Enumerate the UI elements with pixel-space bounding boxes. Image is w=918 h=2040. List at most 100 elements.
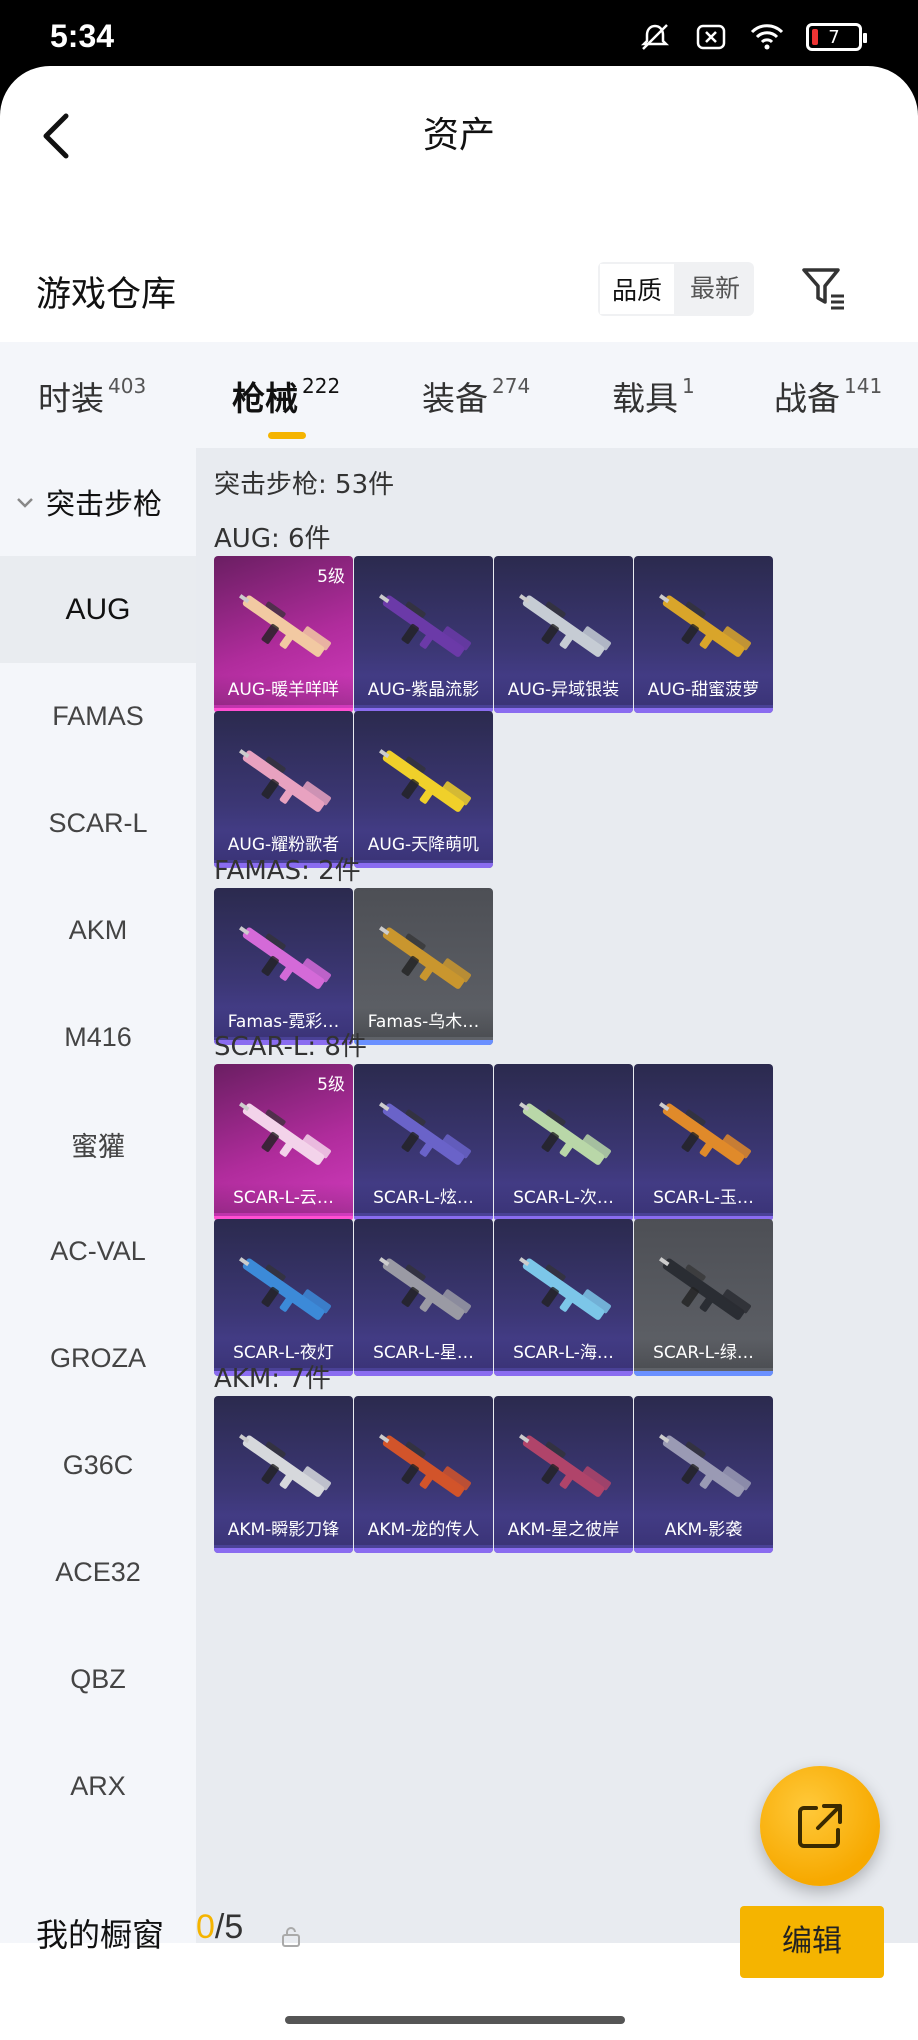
weapon-name: AUG-暖羊咩咩 (214, 675, 353, 705)
sidebar-item-scar-l[interactable]: SCAR-L (0, 770, 196, 877)
rarity-bar (494, 1548, 633, 1553)
status-icons: 7 (638, 22, 867, 52)
rifle-icon (519, 1434, 611, 1497)
sidebar-item-famas[interactable]: FAMAS (0, 663, 196, 770)
sidebar-item-g36c[interactable]: G36C (0, 1412, 196, 1519)
weapon-card[interactable]: SCAR-L-玉… (634, 1064, 773, 1221)
external-link-icon (798, 1804, 842, 1848)
weapon-name: AUG-紫晶流影 (354, 675, 493, 705)
weapon-name: SCAR-L-星… (354, 1338, 493, 1368)
rarity-bar (494, 708, 633, 713)
weapon-card[interactable]: AUG-异域银装 (494, 556, 633, 713)
weapon-card[interactable]: SCAR-L-炫… (354, 1064, 493, 1221)
share-fab-button[interactable] (760, 1766, 880, 1886)
weapon-name: SCAR-L-次… (494, 1183, 633, 1213)
rarity-bar (634, 708, 773, 713)
sort-quality-button[interactable]: 品质 (598, 262, 676, 316)
weapon-card[interactable]: SCAR-L-海… (494, 1219, 633, 1376)
rifle-icon (379, 1257, 471, 1320)
rifle-icon (659, 594, 751, 657)
rarity-bar (494, 1371, 633, 1376)
weapon-type-sidebar: 突击步枪 AUG FAMAS SCAR-L AKM M416 蜜獾 AC-VAL GROZA G… (0, 448, 196, 1943)
rifle-icon (519, 594, 611, 657)
rifle-icon (659, 1434, 751, 1497)
weapon-card[interactable]: AUG-天降萌叽 (354, 711, 493, 868)
sidebar-item-qbz[interactable]: QBZ (0, 1626, 196, 1733)
sort-toggle: 品质 最新 (598, 262, 754, 316)
rifle-icon (239, 1102, 331, 1165)
weapon-card[interactable]: AUG-紫晶流影 (354, 556, 493, 713)
header: 资产 (0, 66, 918, 196)
sort-newest-button[interactable]: 最新 (676, 262, 754, 316)
home-indicator (285, 2016, 625, 2024)
weapon-name: SCAR-L-云… (214, 1183, 353, 1213)
tab-supplies[interactable]: 战备 141 (774, 372, 882, 420)
status-bar: 5:34 7 (0, 0, 918, 66)
tab-equipment[interactable]: 装备 274 (422, 372, 530, 420)
rarity-bar (354, 1040, 493, 1045)
summary-title: 突击步枪: 53件 (214, 470, 395, 500)
weapon-card[interactable]: AKM-龙的传人 (354, 1396, 493, 1553)
active-tab-indicator (268, 432, 306, 439)
sim-off-icon (694, 22, 728, 52)
rifle-icon (379, 1102, 471, 1165)
mute-icon (638, 22, 672, 52)
weapon-card[interactable]: AKM-影袭 (634, 1396, 773, 1553)
rarity-bar (354, 1548, 493, 1553)
weapon-card[interactable]: AKM-瞬影刀锋 (214, 1396, 353, 1553)
level-badge: 5级 (317, 567, 345, 587)
rarity-bar (354, 1371, 493, 1376)
sidebar-item-groza[interactable]: GROZA (0, 1305, 196, 1412)
section-title: 游戏仓库 (36, 275, 177, 315)
weapon-name: AUG-异域银装 (494, 675, 633, 705)
filter-icon (802, 268, 844, 310)
weapon-name: Famas-乌木… (354, 1007, 493, 1037)
weapon-card[interactable]: AKM-星之彼岸 (494, 1396, 633, 1553)
filter-button[interactable] (798, 262, 848, 312)
weapon-name: AUG-甜蜜菠萝 (634, 675, 773, 705)
group-title: FAMAS: 2件 (214, 856, 361, 886)
rifle-icon (379, 926, 471, 989)
level-badge: 5级 (317, 1075, 345, 1095)
tab-firearms[interactable]: 枪械 222 (232, 372, 340, 420)
sidebar-item-蜜獾[interactable]: 蜜獾 (0, 1091, 196, 1198)
weapon-card[interactable]: AUG-耀粉歌者 (214, 711, 353, 868)
showcase-count: 0/5 (196, 1908, 244, 1946)
weapon-card[interactable]: SCAR-L-星… (354, 1219, 493, 1376)
rifle-icon (239, 926, 331, 989)
sidebar-item-aug[interactable]: AUG (0, 556, 196, 663)
showcase-label: 我的橱窗 (36, 1916, 165, 1954)
sidebar-item-m416[interactable]: M416 (0, 984, 196, 1091)
battery-icon: 7 (806, 23, 867, 51)
weapon-name: AKM-瞬影刀锋 (214, 1515, 353, 1545)
sidebar-item-arx[interactable]: ARX (0, 1733, 196, 1840)
group-title: AKM: 7件 (214, 1364, 331, 1394)
weapon-card[interactable]: 5级 SCAR-L-云… (214, 1064, 353, 1221)
weapon-card[interactable]: SCAR-L-次… (494, 1064, 633, 1221)
chevron-down-icon (17, 498, 33, 508)
weapon-card[interactable]: AUG-甜蜜菠萝 (634, 556, 773, 713)
weapon-name: AKM-星之彼岸 (494, 1515, 633, 1545)
rifle-icon (239, 749, 331, 812)
rarity-bar (634, 1371, 773, 1376)
weapon-card[interactable]: Famas-乌木… (354, 888, 493, 1045)
edit-button[interactable]: 编辑 (740, 1906, 884, 1978)
lock-icon (280, 1926, 302, 1948)
weapon-name: AKM-影袭 (634, 1515, 773, 1545)
weapon-name: SCAR-L-玉… (634, 1183, 773, 1213)
sidebar-item-akm[interactable]: AKM (0, 877, 196, 984)
sidebar-item-ac-val[interactable]: AC-VAL (0, 1198, 196, 1305)
rifle-icon (239, 1434, 331, 1497)
tab-fashion[interactable]: 时装 403 (38, 372, 146, 420)
group-title: SCAR-L: 8件 (214, 1032, 367, 1062)
tab-vehicles[interactable]: 载具 1 (612, 372, 695, 420)
weapon-card[interactable]: SCAR-L-绿… (634, 1219, 773, 1376)
weapon-name: SCAR-L-绿… (634, 1338, 773, 1368)
sidebar-category[interactable]: 突击步枪 (0, 448, 196, 556)
weapon-card[interactable]: 5级 AUG-暖羊咩咩 (214, 556, 353, 713)
rifle-icon (239, 594, 331, 657)
weapon-card[interactable]: SCAR-L-夜灯 (214, 1219, 353, 1376)
weapon-card[interactable]: Famas-霓彩… (214, 888, 353, 1045)
group-title: AUG: 6件 (214, 524, 331, 554)
sidebar-item-ace32[interactable]: ACE32 (0, 1519, 196, 1626)
